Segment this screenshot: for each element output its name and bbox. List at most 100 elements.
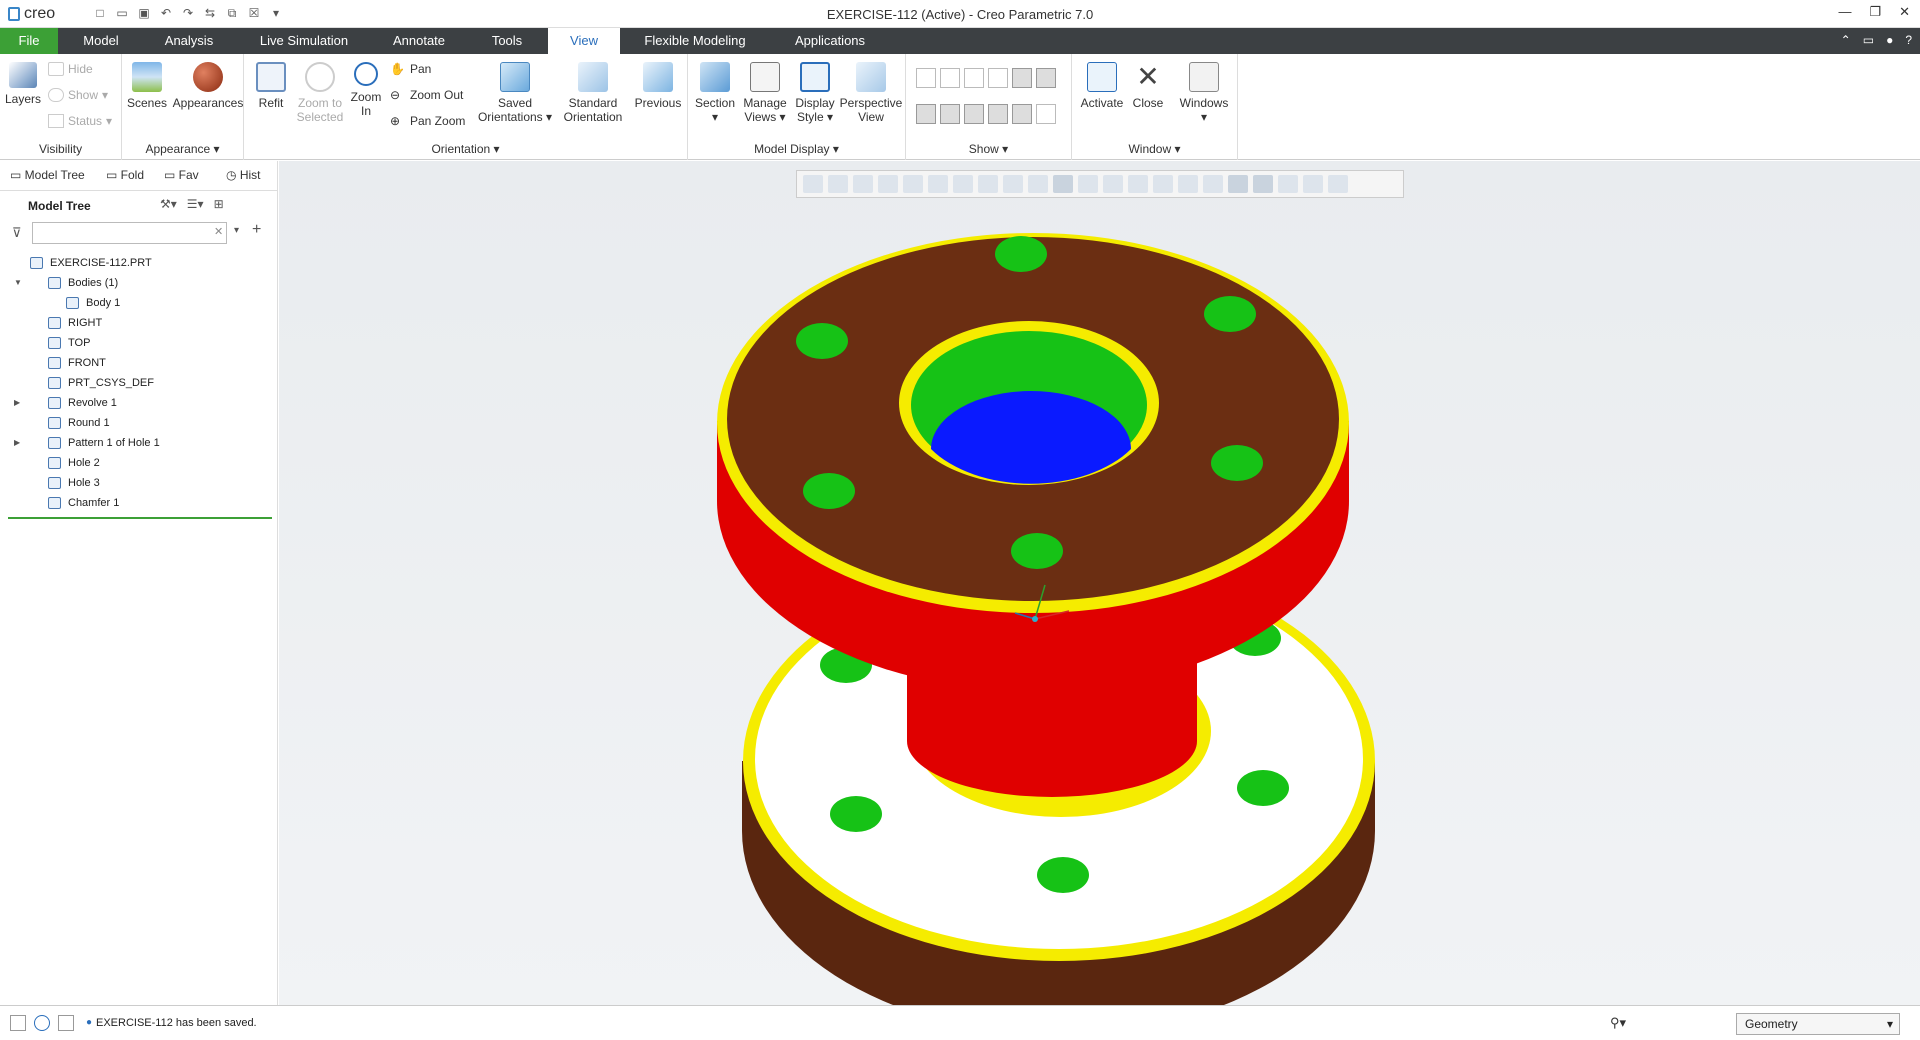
- tree-item[interactable]: ▶ Revolve 1: [0, 393, 278, 413]
- tab-model-tree[interactable]: ▭ Model Tree: [10, 168, 85, 182]
- model-display-group-label[interactable]: Model Display ▾: [688, 142, 905, 156]
- tree-expander-icon[interactable]: ▼: [14, 273, 22, 293]
- manage-views-button[interactable]: Manage Views ▾: [740, 62, 790, 124]
- saved-orientations-icon[interactable]: [953, 175, 973, 193]
- plane-tag-display-icon[interactable]: [1012, 68, 1032, 88]
- shading-icon[interactable]: [1053, 175, 1073, 193]
- appearances-button[interactable]: Appearances: [172, 62, 244, 110]
- browser-toggle-icon[interactable]: [34, 1015, 50, 1031]
- status-button[interactable]: Status ▾: [48, 114, 112, 128]
- refit-button[interactable]: Refit: [252, 62, 290, 110]
- perspective-view-button[interactable]: Perspective View: [838, 62, 904, 124]
- window-group-label[interactable]: Window ▾: [1072, 142, 1237, 156]
- search-options-icon[interactable]: ▾: [234, 225, 239, 236]
- saved-orientations-button[interactable]: Saved Orientations ▾: [476, 62, 554, 124]
- tab-file[interactable]: File: [0, 28, 58, 54]
- tree-item[interactable]: Chamfer 1: [0, 493, 278, 513]
- find-binoculars-icon[interactable]: ⚲▾: [1610, 1015, 1626, 1031]
- tree-settings-icon[interactable]: ⚒▾: [160, 197, 177, 211]
- full-screen-icon[interactable]: [58, 1015, 74, 1031]
- axis-display-icon[interactable]: [1103, 175, 1123, 193]
- plane-display-icon[interactable]: [916, 68, 936, 88]
- section-button[interactable]: Section ▾: [692, 62, 738, 124]
- warning-icon[interactable]: [1278, 175, 1298, 193]
- navigator-toggle-icon[interactable]: [10, 1015, 26, 1031]
- collapse-ribbon-icon[interactable]: ⌃: [1841, 33, 1851, 47]
- tab-applications[interactable]: Applications: [778, 28, 882, 54]
- plane-tag-icon[interactable]: [916, 104, 936, 124]
- show-button[interactable]: Show ▾: [48, 88, 108, 102]
- view-manager-icon[interactable]: [978, 175, 998, 193]
- point-tag-display-icon[interactable]: [1036, 68, 1056, 88]
- activate-button[interactable]: Activate: [1078, 62, 1126, 110]
- point-tag-icon[interactable]: [1178, 175, 1198, 193]
- selection-filter[interactable]: Geometry ▾: [1736, 1013, 1900, 1035]
- tab-annotate[interactable]: Annotate: [380, 28, 458, 54]
- perspective-icon[interactable]: [1003, 175, 1023, 193]
- appearance-group-label[interactable]: Appearance ▾: [122, 142, 243, 156]
- csys-tag-icon[interactable]: [988, 104, 1008, 124]
- hide-toolbar-icon[interactable]: [1328, 175, 1348, 193]
- pan-zoom-button[interactable]: ⊕ Pan Zoom: [390, 114, 465, 128]
- csys-display-icon[interactable]: [1153, 175, 1173, 193]
- tree-item[interactable]: RIGHT: [0, 313, 278, 333]
- graphics-area[interactable]: [279, 161, 1920, 1005]
- hide-button[interactable]: Hide: [48, 62, 93, 76]
- refit-icon[interactable]: [803, 175, 823, 193]
- tree-item[interactable]: Round 1: [0, 413, 278, 433]
- spin-center-icon[interactable]: [1203, 175, 1223, 193]
- layers-button[interactable]: Layers: [4, 62, 42, 106]
- tab-folder-browser[interactable]: ▭ Fold: [106, 168, 144, 182]
- tree-item[interactable]: ▶ Pattern 1 of Hole 1: [0, 433, 278, 453]
- csys-display-icon[interactable]: [988, 68, 1008, 88]
- tab-tools[interactable]: Tools: [476, 28, 538, 54]
- pan-button[interactable]: ✋ Pan: [390, 62, 431, 76]
- tree-item[interactable]: ▼ Bodies (1): [0, 273, 278, 293]
- windows-button[interactable]: Windows ▾: [1176, 62, 1232, 124]
- tab-flexible-modeling[interactable]: Flexible Modeling: [630, 28, 760, 54]
- filter-icon[interactable]: ⊽: [12, 225, 22, 241]
- previous-button[interactable]: Previous: [630, 62, 686, 110]
- tree-show-icon[interactable]: ☰▾: [187, 197, 204, 211]
- tree-item[interactable]: Hole 3: [0, 473, 278, 493]
- zoom-in-button[interactable]: Zoom In: [348, 62, 384, 118]
- plane-display-icon[interactable]: [1078, 175, 1098, 193]
- model-render[interactable]: [279, 161, 1920, 1005]
- orientation-group-label[interactable]: Orientation ▾: [244, 142, 687, 156]
- tab-live-simulation[interactable]: Live Simulation: [248, 28, 360, 54]
- tree-item[interactable]: Body 1: [0, 293, 278, 313]
- display-style-icon[interactable]: [928, 175, 948, 193]
- tab-history[interactable]: ◷ Hist: [226, 168, 260, 182]
- dropdown-icon[interactable]: ▭: [1863, 33, 1874, 47]
- section-icon[interactable]: [1028, 175, 1048, 193]
- close-button[interactable]: ✕ Close: [1128, 62, 1168, 111]
- zoom-out-button[interactable]: ⊖ Zoom Out: [390, 88, 463, 102]
- tree-item[interactable]: FRONT: [0, 353, 278, 373]
- zoom-out-icon[interactable]: [853, 175, 873, 193]
- display-style-button[interactable]: Display Style ▾: [792, 62, 838, 124]
- clear-search-icon[interactable]: ✕: [214, 225, 223, 238]
- tree-item[interactable]: Hole 2: [0, 453, 278, 473]
- repaint-icon[interactable]: [878, 175, 898, 193]
- point-display-icon[interactable]: [1128, 175, 1148, 193]
- tab-view[interactable]: View: [548, 28, 620, 54]
- tab-analysis[interactable]: Analysis: [152, 28, 226, 54]
- tree-item[interactable]: TOP: [0, 333, 278, 353]
- close-icon[interactable]: ✕: [1899, 4, 1910, 20]
- standard-orientation-button[interactable]: Standard Orientation: [558, 62, 628, 124]
- tree-expander-icon[interactable]: ▶: [14, 393, 20, 413]
- annotation-display-icon[interactable]: [1036, 104, 1056, 124]
- scenes-button[interactable]: Scenes: [126, 62, 168, 110]
- zoom-to-selected-button[interactable]: Zoom to Selected: [294, 62, 346, 124]
- tree-filter-settings-icon[interactable]: ⊞: [214, 197, 224, 211]
- spin-icon[interactable]: [903, 175, 923, 193]
- zoom-in-icon[interactable]: [828, 175, 848, 193]
- tree-search-input[interactable]: [32, 222, 227, 244]
- spin-center-icon[interactable]: [1012, 104, 1032, 124]
- pause-icon[interactable]: [1303, 175, 1323, 193]
- tree-expander-icon[interactable]: ▶: [14, 433, 20, 453]
- tree-insert-indicator[interactable]: [8, 517, 272, 519]
- point-display-icon[interactable]: [964, 68, 984, 88]
- help-icon[interactable]: ?: [1905, 33, 1912, 47]
- tab-model[interactable]: Model: [70, 28, 132, 54]
